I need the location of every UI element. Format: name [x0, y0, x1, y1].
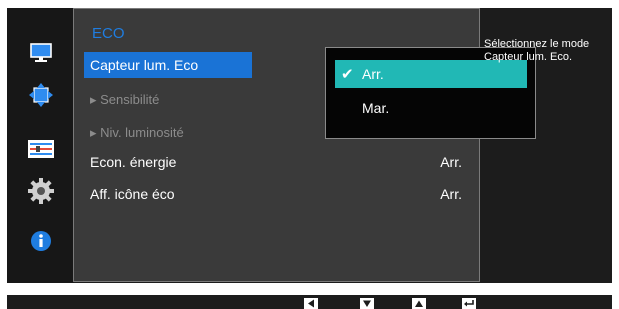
menu-item-capteur-lum-eco[interactable]: Capteur lum. Eco	[84, 52, 252, 78]
menu-item-econ-energie[interactable]: Econ. énergie Arr.	[84, 149, 462, 175]
gear-icon[interactable]	[24, 176, 58, 206]
menu-item-label: ▸ Niv. luminosité	[90, 125, 184, 140]
osd-window: ECO Capteur lum. Eco ▸ Sensibilité ▸ Niv…	[7, 8, 612, 283]
up-arrow-icon[interactable]	[412, 298, 426, 309]
menu-item-label: Capteur lum. Eco	[90, 57, 199, 73]
menu-item-label: ▸ Sensibilité	[90, 92, 160, 107]
menu-item-value: Arr.	[440, 154, 462, 170]
help-text: Sélectionnez le mode Capteur lum. Eco.	[484, 38, 590, 63]
option-label: Arr.	[362, 66, 384, 82]
monitor-icon[interactable]	[24, 38, 58, 68]
info-icon[interactable]	[24, 226, 58, 256]
option-mar[interactable]: Mar.	[335, 94, 527, 122]
checkmark-icon: ✔	[341, 66, 354, 83]
menu-item-label: Econ. énergie	[90, 154, 177, 170]
eco-menu-panel: ECO Capteur lum. Eco ▸ Sensibilité ▸ Niv…	[73, 8, 536, 282]
setup-bars-icon[interactable]	[24, 134, 58, 164]
left-arrow-icon[interactable]	[304, 298, 318, 309]
menu-item-aff-icone-eco[interactable]: Aff. icône éco Arr.	[84, 181, 462, 207]
menu-item-label: Aff. icône éco	[90, 186, 175, 202]
size-position-icon[interactable]	[24, 80, 58, 110]
option-label: Mar.	[362, 100, 390, 116]
enter-icon[interactable]	[462, 298, 476, 309]
menu-item-value: Arr.	[440, 186, 462, 202]
menu-title: ECO	[92, 25, 125, 42]
down-arrow-icon[interactable]	[360, 298, 374, 309]
option-arr[interactable]: ✔ Arr.	[335, 60, 527, 88]
sidebar	[7, 8, 74, 283]
